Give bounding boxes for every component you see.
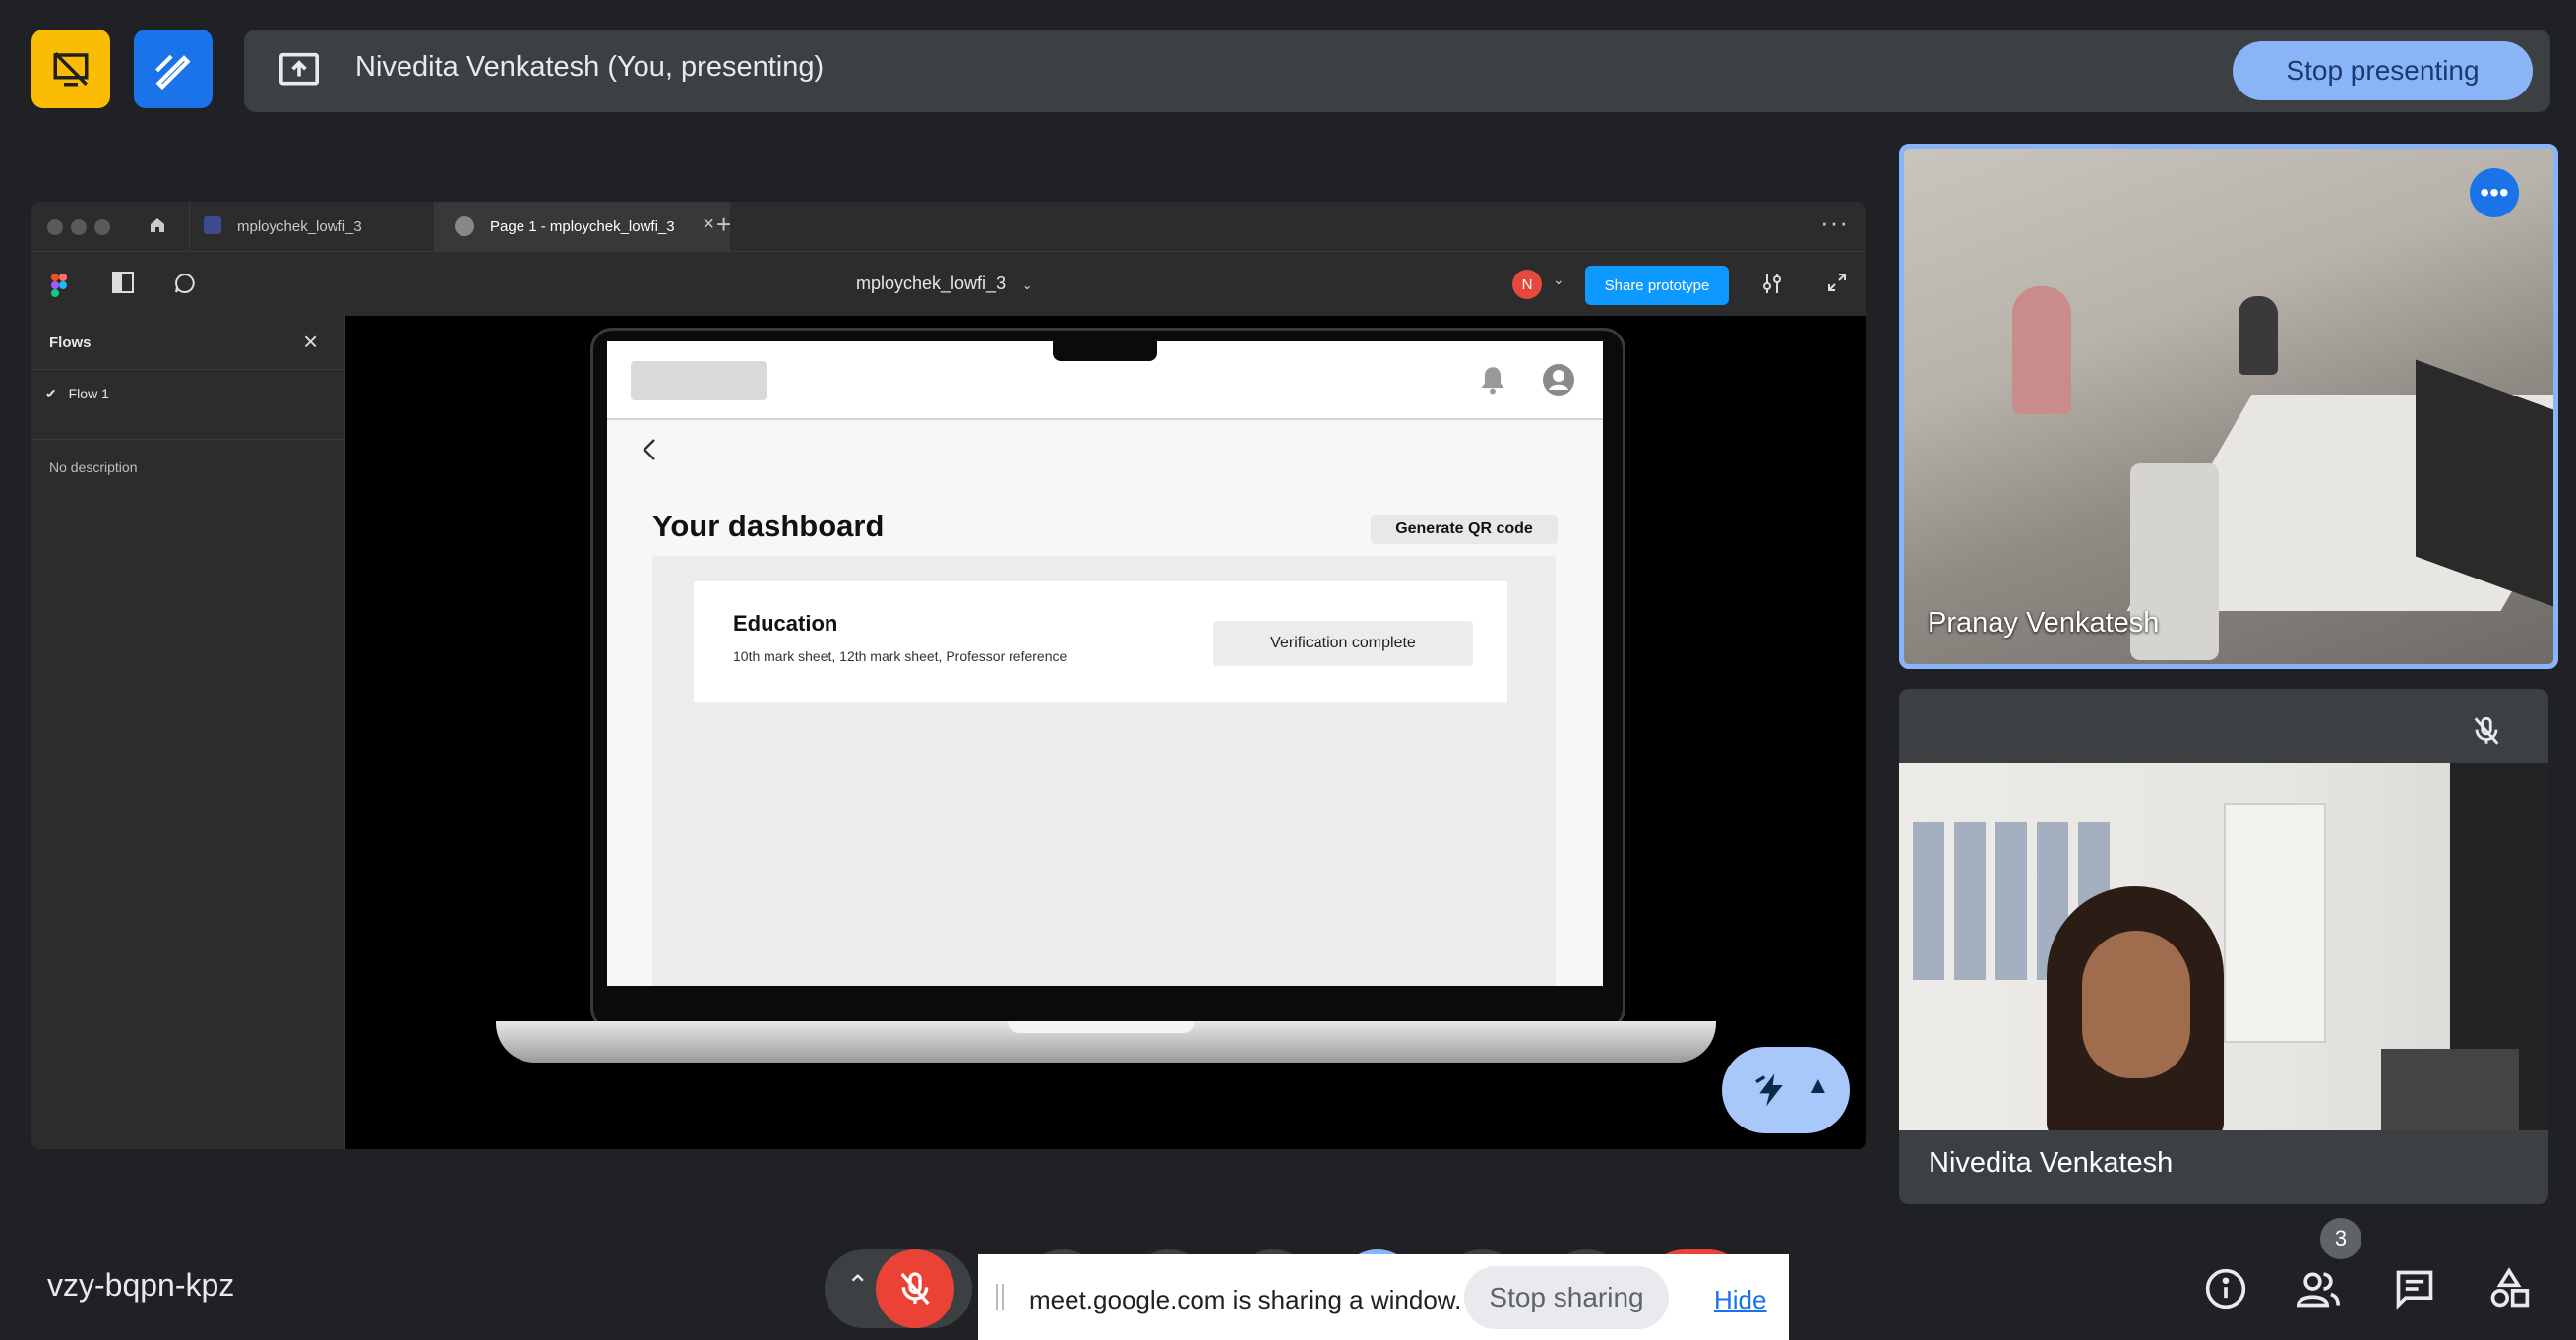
chevron-up-icon: ⌃ xyxy=(846,1270,870,1301)
people-button[interactable] xyxy=(2289,1259,2348,1318)
presenter-name: Nivedita Venkatesh (You, presenting) xyxy=(355,51,825,83)
flows-panel: Flows × ✔ Flow 1 No description xyxy=(31,315,345,1149)
figma-file-icon xyxy=(204,216,221,234)
file-title[interactable]: mploychek_lowfi_3 ⌄ xyxy=(856,274,1032,294)
checkmark-icon: ✔ xyxy=(45,386,57,401)
info-icon xyxy=(2205,1268,2246,1310)
participant-tile-nivedita[interactable]: Nivedita Venkatesh xyxy=(1899,689,2548,1204)
figma-tab-bar: mploychek_lowfi_3 Page 1 - mploychek_low… xyxy=(31,202,1866,251)
share-prototype-button[interactable]: Share prototype xyxy=(1585,266,1729,305)
sidebar-toggle-icon[interactable] xyxy=(112,272,134,293)
chat-icon xyxy=(2396,1270,2433,1310)
window-minimize-dot[interactable] xyxy=(71,219,87,235)
chevron-down-icon: ⌄ xyxy=(1022,278,1033,292)
stop-sharing-button[interactable]: Stop sharing xyxy=(1464,1266,1669,1329)
people-count: 3 xyxy=(2334,1226,2348,1250)
flow-item-label: Flow 1 xyxy=(68,386,109,401)
home-icon[interactable] xyxy=(148,215,167,240)
presenting-banner: Nivedita Venkatesh (You, presenting) Sto… xyxy=(244,30,2550,112)
more-options-icon[interactable]: ••• xyxy=(2470,168,2519,217)
mic-off-icon xyxy=(2470,714,2503,753)
presentation-off-button[interactable] xyxy=(31,30,110,108)
comment-icon[interactable] xyxy=(173,272,197,300)
flow-item[interactable]: ✔ Flow 1 xyxy=(45,386,331,421)
meeting-code: vzy-bqpn-kpz xyxy=(47,1267,235,1303)
office-video-feed xyxy=(1904,149,2553,664)
meeting-details-button[interactable] xyxy=(2196,1259,2255,1318)
figma-toolbar: mploychek_lowfi_3 ⌄ N ⌄ Share prototype xyxy=(31,251,1866,316)
education-title: Education xyxy=(733,611,838,636)
figma-logo-icon[interactable] xyxy=(51,274,67,302)
pen-icon xyxy=(155,54,191,91)
window-close-dot[interactable] xyxy=(47,219,63,235)
self-video-feed xyxy=(1899,763,2548,1130)
expand-up-icon: ▲ xyxy=(1807,1072,1830,1099)
prototype-hotspot-button[interactable]: ▲ xyxy=(1722,1047,1850,1133)
lightning-icon xyxy=(1755,1073,1783,1107)
drag-handle-icon[interactable] xyxy=(996,1284,1004,1310)
tab-design-file[interactable]: mploychek_lowfi_3 xyxy=(189,202,435,251)
participant-name: Nivedita Venkatesh xyxy=(1929,1147,2174,1179)
prototype-screen: Your dashboard Generate QR code Educatio… xyxy=(607,341,1603,986)
people-count-badge: 3 xyxy=(2320,1218,2361,1259)
activities-icon xyxy=(2490,1267,2530,1308)
sharing-notice-text: meet.google.com is sharing a window. xyxy=(1029,1285,1462,1314)
laptop-notch xyxy=(1053,341,1157,361)
dashboard-panel: Education 10th mark sheet, 12th mark she… xyxy=(652,556,1556,986)
laptop-base xyxy=(496,1021,1716,1063)
hide-notice-link[interactable]: Hide xyxy=(1714,1285,1766,1315)
fullscreen-icon[interactable] xyxy=(1826,272,1848,298)
close-panel-icon[interactable]: × xyxy=(303,327,318,357)
participant-tile-pranay[interactable]: ••• Pranay Venkatesh xyxy=(1899,144,2558,669)
window-zoom-dot[interactable] xyxy=(94,219,110,235)
profile-icon[interactable] xyxy=(1542,363,1575,401)
generate-qr-button[interactable]: Generate QR code xyxy=(1371,515,1558,544)
more-options-icon[interactable]: ··· xyxy=(1820,208,1849,238)
settings-sliders-icon[interactable] xyxy=(1761,272,1783,300)
tab-prototype-page[interactable]: Page 1 - mploychek_lowfi_3 × xyxy=(435,202,730,251)
logo-placeholder xyxy=(631,361,767,400)
flows-title: Flows xyxy=(49,335,92,351)
tab-label: mploychek_lowfi_3 xyxy=(237,217,362,235)
avatar[interactable]: N xyxy=(1512,270,1542,299)
verification-status-button[interactable]: Verification complete xyxy=(1213,621,1473,666)
education-card[interactable]: Education 10th mark sheet, 12th mark she… xyxy=(694,581,1507,702)
screen-sharing-notice: meet.google.com is sharing a window. Sto… xyxy=(978,1254,1789,1340)
stop-presenting-button[interactable]: Stop presenting xyxy=(2233,41,2533,100)
mic-off-icon xyxy=(900,1272,930,1306)
chat-button[interactable] xyxy=(2385,1259,2444,1318)
flow-description: No description xyxy=(49,459,138,475)
play-icon xyxy=(455,216,474,236)
new-tab-icon[interactable]: + xyxy=(716,210,731,240)
people-icon xyxy=(2296,1272,2340,1308)
back-arrow-icon[interactable] xyxy=(641,434,660,470)
tab-label: Page 1 - mploychek_lowfi_3 xyxy=(490,217,675,235)
microphone-toggle-button[interactable] xyxy=(876,1249,954,1328)
education-subtitle: 10th mark sheet, 12th mark sheet, Profes… xyxy=(733,648,1068,664)
avatar-initial: N xyxy=(1521,275,1533,293)
activities-button[interactable] xyxy=(2480,1259,2539,1318)
participant-name: Pranay Venkatesh xyxy=(1928,607,2160,639)
file-title-text: mploychek_lowfi_3 xyxy=(856,274,1007,293)
bell-icon[interactable] xyxy=(1479,365,1506,399)
dashboard-heading: Your dashboard xyxy=(652,509,885,543)
annotate-button[interactable] xyxy=(134,30,213,108)
presentation-off-icon xyxy=(53,52,89,87)
avatar-chevron-icon[interactable]: ⌄ xyxy=(1553,272,1564,288)
close-tab-icon[interactable]: × xyxy=(703,213,714,236)
present-screen-icon xyxy=(279,52,319,86)
